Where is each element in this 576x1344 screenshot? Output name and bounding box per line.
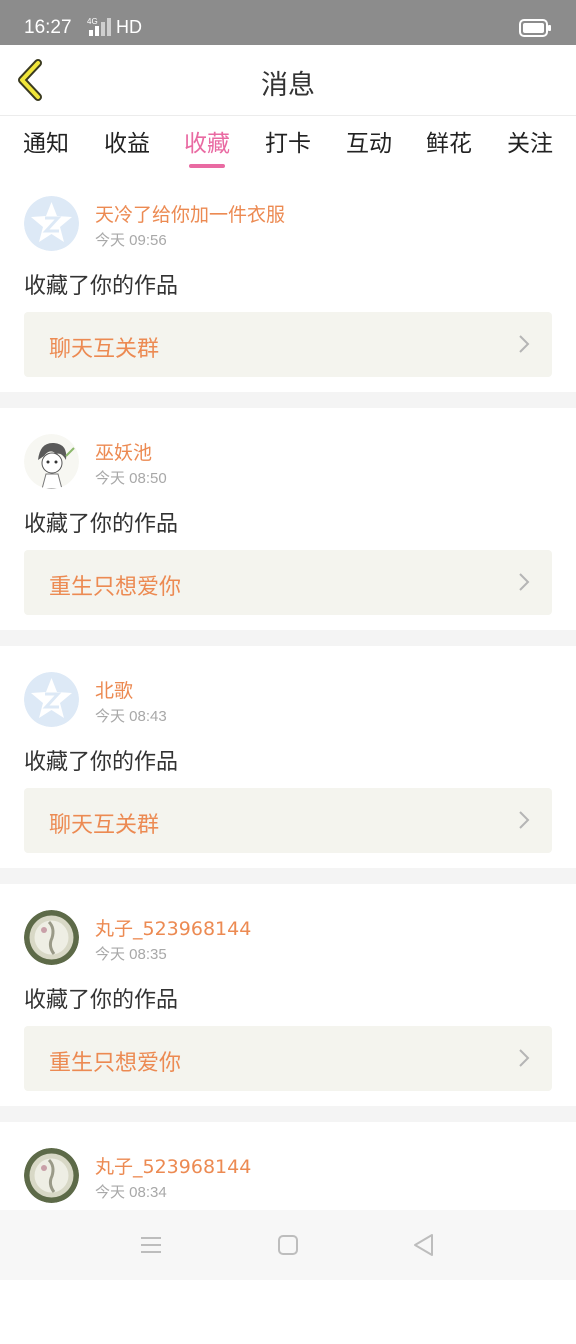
list-item: 天冷了给你加一件衣服 今天 09:56 收藏了你的作品 聊天互关群 (0, 170, 576, 392)
tab-checkin[interactable]: 打卡 (248, 124, 328, 158)
tab-interaction[interactable]: 互动 (329, 124, 409, 158)
tab-bar: 通知 收益 收藏 打卡 互动 鲜花 关注 (0, 116, 576, 170)
signal-icon: 4G (87, 17, 111, 36)
timestamp: 今天 08:35 (95, 946, 167, 963)
list-item: 丸子_523968144 今天 08:35 收藏了你的作品 重生只想爱你 (0, 884, 576, 1106)
list-item: 北歌 今天 08:43 收藏了你的作品 聊天互关群 (0, 646, 576, 868)
user-name[interactable]: 天冷了给你加一件衣服 (95, 200, 285, 227)
work-link[interactable]: 聊天互关群 (24, 312, 552, 377)
chevron-right-icon (519, 811, 530, 829)
timestamp: 今天 08:43 (95, 708, 167, 725)
work-title: 聊天互关群 (49, 813, 160, 838)
svg-text:4G: 4G (87, 17, 98, 26)
system-nav-bar (0, 1210, 576, 1280)
status-bar: 16:27 4G HD (0, 0, 576, 45)
timestamp: 今天 08:34 (95, 1184, 167, 1201)
default-avatar-icon[interactable] (24, 672, 79, 727)
tab-flowers[interactable]: 鲜花 (409, 124, 489, 158)
work-link[interactable]: 聊天互关群 (24, 788, 552, 853)
chevron-right-icon (519, 573, 530, 591)
user-name[interactable]: 巫妖池 (95, 438, 152, 465)
divider (0, 630, 576, 646)
tab-earnings[interactable]: 收益 (87, 124, 167, 158)
user-name[interactable]: 丸子_523968144 (95, 1152, 251, 1179)
timestamp: 今天 08:50 (95, 470, 167, 487)
status-time: 16:27 (24, 17, 72, 38)
divider (0, 1106, 576, 1122)
work-title: 重生只想爱你 (49, 575, 182, 600)
photo-avatar-icon[interactable] (24, 910, 79, 965)
action-text: 收藏了你的作品 (24, 988, 179, 1013)
sketch-avatar-icon[interactable] (24, 434, 79, 489)
chevron-right-icon (519, 335, 530, 353)
tab-follow[interactable]: 关注 (490, 124, 570, 158)
back-icon[interactable] (411, 1232, 437, 1258)
divider (0, 868, 576, 884)
divider (0, 392, 576, 408)
default-avatar-icon[interactable] (24, 196, 79, 251)
work-title: 聊天互关群 (49, 337, 160, 362)
favorites-feed: 天冷了给你加一件衣服 今天 09:56 收藏了你的作品 聊天互关群 巫妖池 今天… (0, 170, 576, 1344)
home-icon[interactable] (275, 1232, 301, 1258)
work-title: 重生只想爱你 (49, 1051, 182, 1076)
page-title: 消息 (261, 70, 315, 101)
user-name[interactable]: 丸子_523968144 (95, 914, 251, 941)
tab-favorites-label: 收藏 (184, 131, 230, 157)
menu-icon[interactable] (138, 1232, 164, 1258)
user-name[interactable]: 北歌 (95, 676, 133, 703)
action-text: 收藏了你的作品 (24, 512, 179, 537)
action-text: 收藏了你的作品 (24, 750, 179, 775)
timestamp: 今天 09:56 (95, 232, 167, 249)
network-type: HD (116, 17, 142, 37)
active-tab-indicator (189, 164, 225, 168)
action-text: 收藏了你的作品 (24, 274, 179, 299)
title-bar: 消息 (0, 45, 576, 116)
work-link[interactable]: 重生只想爱你 (24, 550, 552, 615)
work-link[interactable]: 重生只想爱你 (24, 1026, 552, 1091)
tab-favorites[interactable]: 收藏 (167, 124, 247, 168)
tab-notifications[interactable]: 通知 (6, 124, 86, 158)
chevron-right-icon (519, 1049, 530, 1067)
battery-icon (519, 19, 551, 37)
photo-avatar-icon[interactable] (24, 1148, 79, 1203)
list-item: 巫妖池 今天 08:50 收藏了你的作品 重生只想爱你 (0, 408, 576, 630)
